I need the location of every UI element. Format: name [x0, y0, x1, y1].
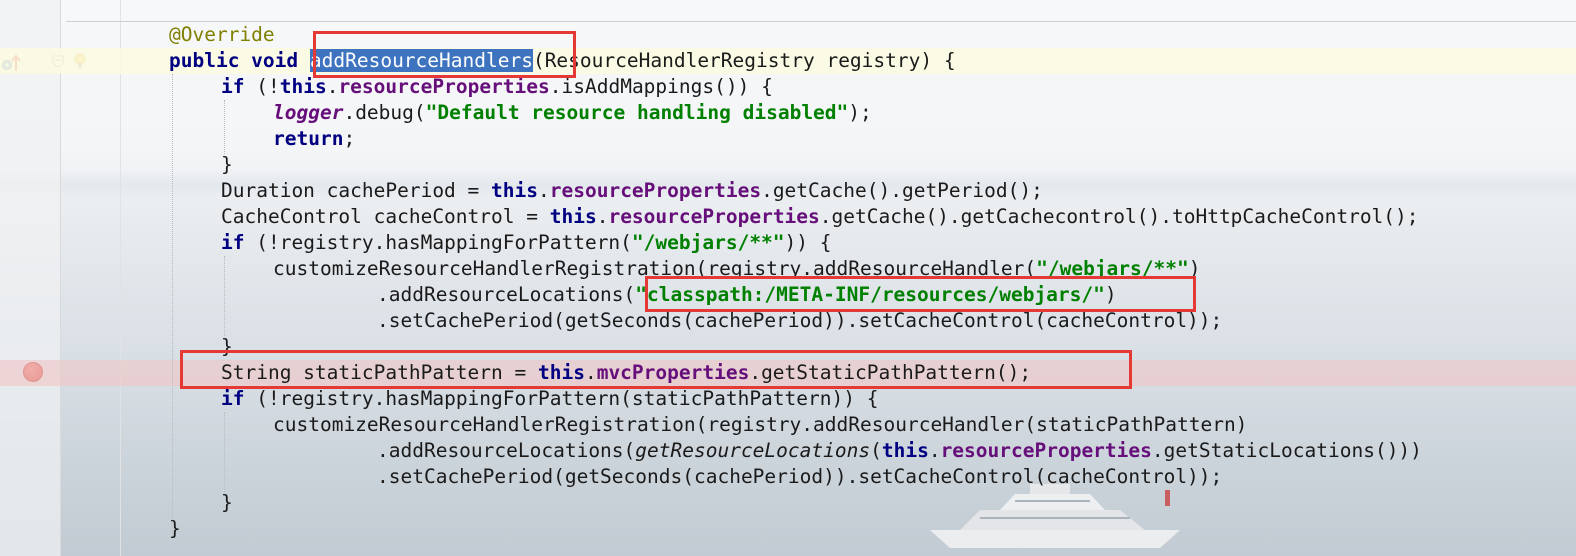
code-token: getResourceLocations	[635, 439, 871, 462]
code-token: resourceProperties	[549, 179, 762, 202]
code-token: if	[221, 75, 257, 98]
code-text: }	[169, 516, 181, 542]
code-token: resourceProperties	[940, 439, 1152, 462]
code-token: public void	[169, 49, 310, 72]
code-token: logger	[273, 101, 344, 124]
code-token: (!registry.hasMappingForPattern(	[256, 231, 632, 254]
code-token: this	[549, 205, 597, 228]
code-token: resourceProperties	[608, 205, 820, 228]
code-token: "/webjars/**"	[631, 231, 785, 254]
code-token: .isAddMappings()) {	[549, 75, 773, 98]
code-line: }	[0, 490, 1576, 516]
code-line: logger.debug("Default resource handling …	[0, 100, 1576, 126]
code-token: .debug(	[343, 101, 426, 124]
code-text: .addResourceLocations(getResourceLocatio…	[377, 438, 1422, 464]
code-token: }	[221, 491, 233, 514]
code-token: CacheControl cacheControl =	[221, 205, 550, 228]
highlight-box-method-name	[313, 31, 576, 78]
code-token: .getStaticLocations()))	[1151, 439, 1422, 462]
code-token: (	[870, 439, 882, 462]
code-token: .addResourceLocations(	[377, 283, 636, 306]
code-line: if (!registry.hasMappingForPattern("/web…	[0, 230, 1576, 256]
code-text: CacheControl cacheControl = this.resourc…	[221, 204, 1419, 230]
indent-guide	[224, 412, 225, 492]
code-token: this	[279, 75, 327, 98]
code-token: (ResourceHandlerRegistry registry) {	[532, 49, 956, 72]
code-text: return;	[273, 126, 355, 152]
code-token: customizeResourceHandlerRegistration(reg…	[273, 413, 1248, 436]
code-line: }	[0, 516, 1576, 542]
code-token: .setCachePeriod(getSeconds(cachePeriod))…	[377, 465, 1223, 488]
code-token: this	[491, 179, 538, 202]
code-token: );	[848, 101, 872, 124]
highlight-box-webjars-location	[645, 276, 1196, 312]
code-token: (!	[256, 75, 280, 98]
code-line: if (!registry.hasMappingForPattern(stati…	[0, 386, 1576, 412]
code-line: return;	[0, 126, 1576, 152]
code-token: .setCachePeriod(getSeconds(cachePeriod))…	[377, 309, 1223, 332]
code-token: )) {	[784, 231, 832, 254]
code-text: customizeResourceHandlerRegistration(reg…	[273, 412, 1247, 438]
highlight-box-static-path	[180, 350, 1132, 389]
code-text: }	[221, 490, 233, 516]
code-line: customizeResourceHandlerRegistration(reg…	[0, 412, 1576, 438]
code-token: @Override	[169, 23, 275, 46]
code-line: Duration cachePeriod = this.resourceProp…	[0, 178, 1576, 204]
code-text: .setCachePeriod(getSeconds(cachePeriod))…	[377, 464, 1222, 490]
code-token: .getCache().getCachecontrol().toHttpCach…	[819, 205, 1419, 228]
code-text: if (!registry.hasMappingForPattern("/web…	[221, 230, 832, 256]
code-token: return	[273, 127, 344, 150]
code-token: .	[538, 179, 550, 202]
code-text: if (!registry.hasMappingForPattern(stati…	[221, 386, 878, 412]
code-token: .getCache().getPeriod();	[761, 179, 1043, 202]
code-token: resourceProperties	[338, 75, 550, 98]
code-token: }	[221, 153, 233, 176]
code-token: if	[221, 231, 257, 254]
code-line: @Override	[0, 22, 1576, 48]
code-token: if	[221, 387, 257, 410]
code-line-current: public void addResourceHandlers(Resource…	[0, 48, 1576, 74]
code-text: logger.debug("Default resource handling …	[273, 100, 872, 126]
code-line: CacheControl cacheControl = this.resourc…	[0, 204, 1576, 230]
indent-guide	[224, 256, 225, 336]
code-token: .	[326, 75, 339, 98]
code-text: @Override	[169, 22, 275, 48]
code-token: (!registry.hasMappingForPattern(staticPa…	[256, 387, 879, 410]
code-text: }	[221, 152, 233, 178]
indent-guide	[224, 100, 225, 154]
indent-guide	[172, 74, 173, 534]
code-token: .	[928, 439, 941, 462]
code-line: }	[0, 152, 1576, 178]
code-line: .addResourceLocations(getResourceLocatio…	[0, 438, 1576, 464]
code-token: ;	[343, 127, 356, 150]
code-token: this	[881, 439, 929, 462]
code-token: }	[169, 517, 181, 540]
code-text: Duration cachePeriod = this.resourceProp…	[221, 178, 1043, 204]
code-token: .addResourceLocations(	[377, 439, 636, 462]
code-token: .	[596, 205, 609, 228]
code-line: if (!this.resourceProperties.isAddMappin…	[0, 74, 1576, 100]
code-token: "Default resource handling disabled"	[425, 101, 849, 124]
code-line: .setCachePeriod(getSeconds(cachePeriod))…	[0, 464, 1576, 490]
code-token: Duration cachePeriod =	[221, 179, 492, 202]
